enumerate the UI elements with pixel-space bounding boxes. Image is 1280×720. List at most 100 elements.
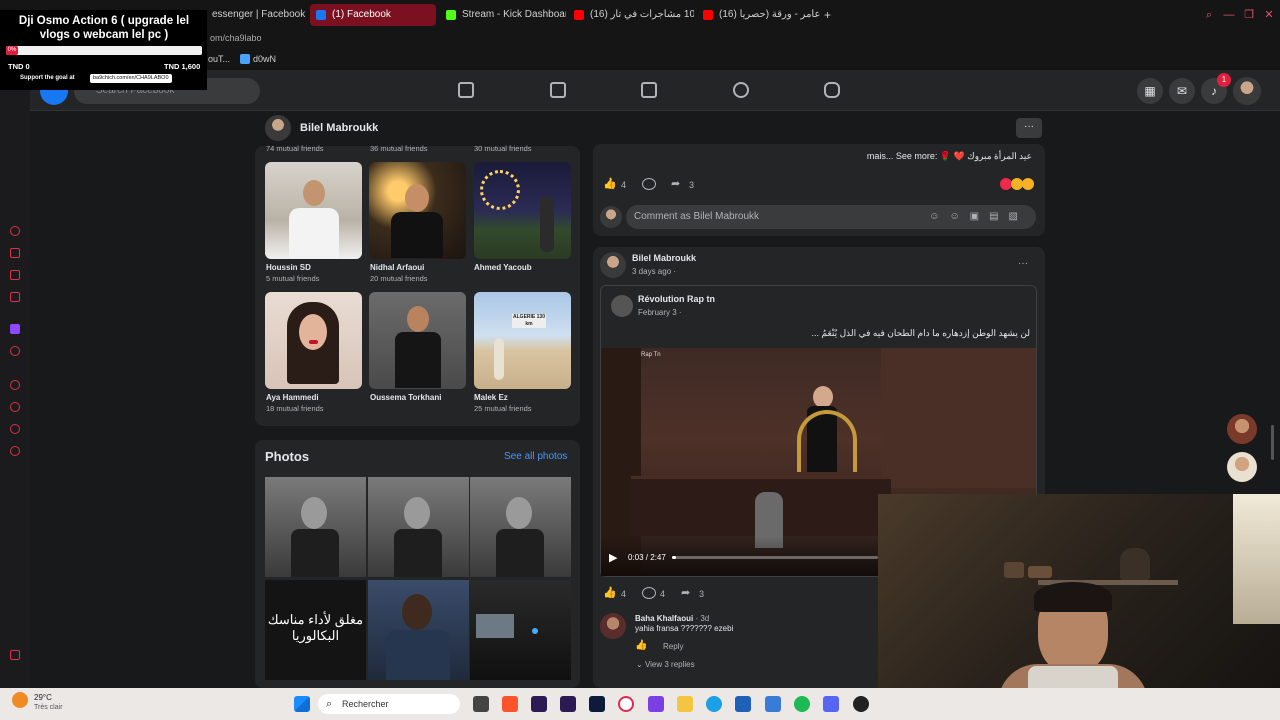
post-time[interactable]: 3 days ago · (632, 267, 676, 276)
sidebar-app-icon[interactable] (10, 292, 20, 302)
like-icon[interactable]: 👍 (603, 177, 617, 190)
shared-date[interactable]: February 3 · (638, 308, 682, 317)
comment-time: · 3d (695, 614, 710, 623)
friend-name[interactable]: Malek Ez (474, 393, 508, 402)
close-icon[interactable]: ✕ (1262, 8, 1276, 22)
sidebar-app-icon[interactable] (10, 424, 20, 434)
video-seekbar[interactable] (672, 556, 878, 559)
shared-page-name[interactable]: Révolution Rap tn (638, 294, 715, 304)
taskbar-search[interactable]: ⌕ Rechercher (318, 694, 460, 714)
play-icon[interactable]: ▶ (609, 551, 617, 564)
edge-icon[interactable] (706, 696, 722, 712)
tab-youtube-1[interactable]: (16) أقوى 10 مشاجرات في تار (568, 4, 694, 26)
profile-name[interactable]: Bilel Mabroukk (300, 122, 378, 134)
friend-name[interactable]: Houssin SD (266, 263, 311, 272)
chat-head-avatar[interactable] (1227, 452, 1257, 482)
post-author[interactable]: Bilel Mabroukk (632, 253, 696, 263)
brave-icon[interactable] (502, 696, 518, 712)
friend-photo[interactable] (474, 162, 571, 259)
sidebar-app-icon[interactable] (10, 380, 20, 390)
bookmark-item[interactable]: ouT... (208, 54, 230, 64)
discord-icon[interactable] (823, 696, 839, 712)
sidebar-app-icon[interactable] (10, 248, 20, 258)
like-icon[interactable]: 👍 (635, 640, 647, 651)
photo-thumbnail[interactable] (368, 477, 469, 577)
page-avatar[interactable] (611, 295, 633, 317)
tab-kick-dashboard[interactable]: Stream - Kick Dashboard (440, 4, 566, 26)
groups-icon[interactable] (733, 82, 749, 98)
windows-start-icon[interactable] (294, 696, 310, 712)
friend-name[interactable]: Ahmed Yacoub (474, 263, 532, 272)
video-icon[interactable] (550, 82, 566, 98)
chat-head-avatar[interactable] (1227, 414, 1257, 444)
friend-photo[interactable] (369, 162, 466, 259)
messenger-icon[interactable]: ✉ (1169, 78, 1195, 104)
premiere-icon[interactable] (531, 696, 547, 712)
share-icon[interactable]: ➦ (681, 586, 690, 599)
photo-thumbnail[interactable] (265, 477, 366, 577)
maximize-icon[interactable]: ❐ (1242, 8, 1256, 22)
account-avatar[interactable] (1233, 77, 1261, 105)
tab-label: essenger | Facebook (212, 9, 306, 20)
profile-more-button[interactable]: ··· (1016, 118, 1042, 138)
search-icon[interactable]: ⌕ (1202, 8, 1216, 22)
friend-photo[interactable]: ALGERIE 130 km (474, 292, 571, 389)
profile-avatar[interactable] (265, 115, 291, 141)
tab-messenger[interactable]: essenger | Facebook (190, 4, 308, 26)
tab-facebook[interactable]: (1) Facebook (310, 4, 436, 26)
comment-icon[interactable] (642, 178, 656, 190)
photo-thumbnail[interactable] (368, 580, 469, 680)
after-effects-icon[interactable] (560, 696, 576, 712)
marketplace-icon[interactable] (641, 82, 657, 98)
app-icon[interactable] (765, 696, 781, 712)
friend-photo[interactable] (265, 162, 362, 259)
friend-name[interactable]: Oussema Torkhani (370, 393, 441, 402)
photoshop-icon[interactable] (589, 696, 605, 712)
bookmark-item[interactable]: d0wN (253, 54, 276, 64)
share-icon[interactable]: ➦ (671, 177, 680, 190)
view-replies-button[interactable]: ⌄ View 3 replies (636, 660, 695, 669)
opera-icon[interactable] (618, 696, 634, 712)
sidebar-app-icon[interactable] (10, 346, 20, 356)
friend-photo[interactable] (369, 292, 466, 389)
see-all-photos-link[interactable]: See all photos (504, 451, 567, 462)
settings-icon[interactable] (10, 446, 20, 456)
sidebar-app-icon[interactable] (10, 226, 20, 236)
mutual-friends: 36 mutual friends (370, 144, 428, 153)
reply-button[interactable]: Reply (663, 642, 683, 651)
friend-name[interactable]: Aya Hammedi (266, 393, 319, 402)
scrollbar[interactable] (1271, 425, 1274, 460)
comment-input[interactable]: Comment as Bilel Mabroukk ☺☺▣▤▧ (626, 205, 1036, 229)
task-view-icon[interactable] (473, 696, 489, 712)
home-icon[interactable] (458, 82, 474, 98)
tab-youtube-2[interactable]: (16) سيف عامر - ورقة (حصريا (697, 4, 823, 26)
comment-author[interactable]: Baha Khalfaoui (635, 614, 693, 623)
file-explorer-icon[interactable] (677, 696, 693, 712)
post-more-icon[interactable]: ··· (1018, 258, 1028, 269)
spotify-icon[interactable] (794, 696, 810, 712)
friend-photo[interactable] (265, 292, 362, 389)
minimize-icon[interactable]: — (1222, 8, 1236, 22)
history-icon[interactable] (10, 402, 20, 412)
sidebar-app-icon[interactable] (10, 650, 20, 660)
store-icon[interactable] (735, 696, 751, 712)
like-icon[interactable]: 👍 (603, 586, 617, 599)
commenter-avatar[interactable] (600, 613, 626, 639)
reactions-icon[interactable] (1000, 178, 1036, 190)
gaming-icon[interactable] (824, 82, 840, 98)
app-icon[interactable] (648, 696, 664, 712)
photo-thumbnail[interactable] (470, 477, 571, 577)
new-tab-button[interactable]: + (824, 8, 831, 22)
twitch-icon[interactable] (10, 324, 20, 334)
photo-thumbnail[interactable]: مغلق لأداء مناسك البكالوريا (265, 580, 366, 680)
menu-grid-icon[interactable]: ▦ (1137, 78, 1163, 104)
url-field[interactable]: om/cha9labo (210, 33, 262, 43)
author-avatar[interactable] (600, 252, 626, 278)
sidebar-app-icon[interactable] (10, 270, 20, 280)
weather-icon[interactable] (12, 692, 28, 708)
friend-name[interactable]: Nidhal Arfaoui (370, 263, 424, 272)
comment-tools-icon[interactable]: ☺☺▣▤▧ (929, 205, 1028, 229)
obs-icon[interactable] (853, 696, 869, 712)
photo-thumbnail[interactable] (470, 580, 571, 680)
comment-icon[interactable] (642, 587, 656, 599)
